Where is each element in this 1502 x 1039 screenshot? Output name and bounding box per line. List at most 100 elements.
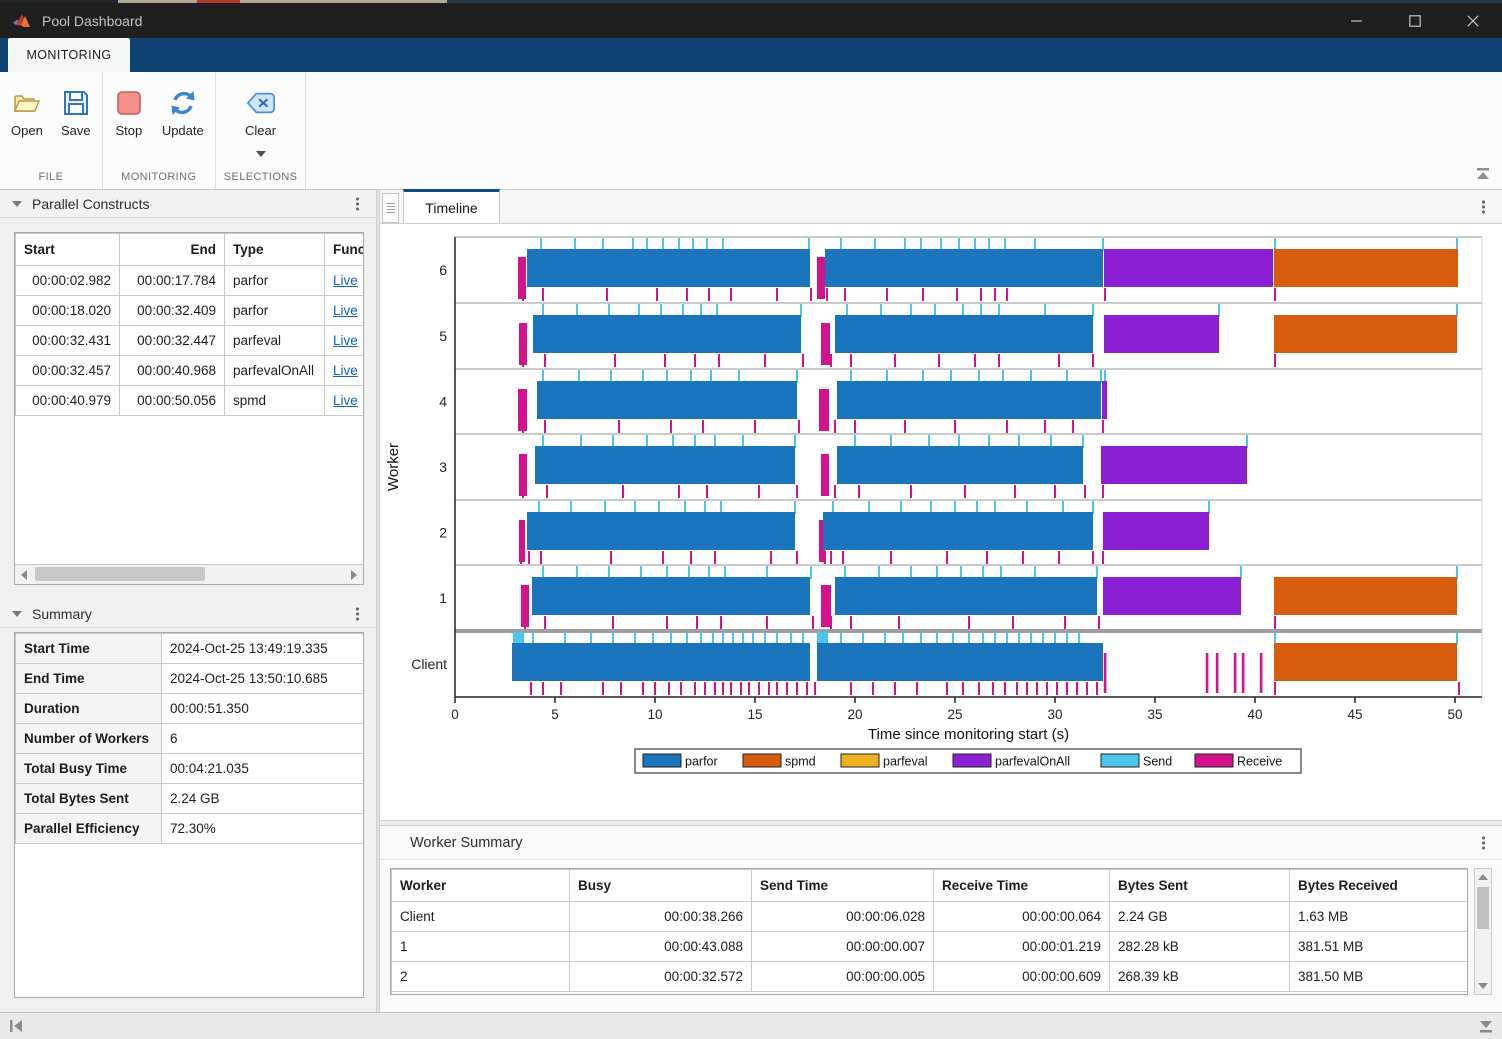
table-row-partial[interactable] (392, 992, 1468, 996)
clear-button[interactable]: Clear (236, 86, 285, 164)
scroll-left-icon[interactable] (15, 565, 33, 584)
collapse-left-panel-icon[interactable] (6, 1017, 26, 1035)
timeline-bar-parfor[interactable] (837, 381, 1101, 419)
open-button[interactable]: Open (2, 86, 52, 140)
minimize-button[interactable] (1328, 3, 1386, 38)
timeline-row-4: 4 (439, 370, 1107, 433)
options-menu-icon[interactable] (353, 604, 362, 623)
legend-swatch-parfor (643, 754, 681, 767)
document-tab-strip: Timeline (380, 190, 1502, 224)
timeline-bar-spmd[interactable] (1274, 577, 1457, 615)
open-label: Open (11, 123, 43, 138)
function-link[interactable]: Live (333, 273, 358, 288)
summary-value: 2024-Oct-25 13:49:19.335 (162, 634, 364, 664)
receive-spike (1104, 653, 1107, 693)
worker-summary-cell: 00:00:01.219 (934, 932, 1110, 962)
scroll-right-icon[interactable] (345, 565, 363, 584)
summary-title: Summary (32, 606, 92, 622)
cell-start: 00:00:32.457 (16, 356, 120, 386)
x-tick-label: 10 (647, 707, 662, 722)
summary-row: Number of Workers 6 (16, 724, 364, 754)
table-row[interactable]: Client00:00:38.26600:00:06.02800:00:00.0… (392, 902, 1468, 932)
timeline-bar-spmd[interactable] (1274, 249, 1458, 287)
scroll-down-icon[interactable] (1475, 978, 1491, 994)
timeline-bar-parfor[interactable] (837, 446, 1083, 484)
collapse-ribbon-icon[interactable] (1472, 165, 1494, 183)
options-menu-icon[interactable] (1479, 833, 1488, 852)
timeline-bar-parfor[interactable] (527, 512, 795, 550)
clear-dropdown-caret-icon[interactable] (256, 144, 266, 162)
summary-value: 00:04:21.035 (162, 754, 364, 784)
table-row[interactable]: 00:00:32.457 00:00:40.968 parfevalOnAll … (16, 356, 365, 386)
table-row[interactable]: 00:00:02.982 00:00:17.784 parfor Live (16, 266, 365, 296)
timeline-bar-parfor[interactable] (835, 577, 1097, 615)
tab-monitoring[interactable]: MONITORING (8, 38, 130, 72)
worker-summary-cell: 282.28 kB (1110, 932, 1290, 962)
row-label: 2 (439, 525, 447, 541)
worker-summary-cell: 00:00:06.028 (752, 902, 934, 932)
function-link[interactable]: Live (333, 363, 358, 378)
cell-function: Live (325, 356, 365, 386)
timeline-bar-parfor[interactable] (537, 381, 797, 419)
open-folder-icon (12, 88, 42, 118)
timeline-bar-parfor[interactable] (835, 315, 1093, 353)
legend-swatch-spmd (743, 754, 781, 767)
timeline-bar-parfevalOnAll[interactable] (1101, 446, 1247, 484)
timeline-bar-parfor[interactable] (825, 249, 1103, 287)
summary-row: Total Busy Time 00:04:21.035 (16, 754, 364, 784)
row-label: 5 (439, 328, 447, 344)
timeline-bar-parfor[interactable] (533, 315, 801, 353)
table-row[interactable]: 00:00:40.979 00:00:50.056 spmd Live (16, 386, 365, 416)
tab-timeline[interactable]: Timeline (403, 189, 500, 223)
stop-label: Stop (115, 123, 142, 138)
worker-summary-cell: 00:00:00.609 (934, 962, 1110, 992)
horizontal-scrollbar[interactable] (15, 564, 363, 584)
timeline-bar-parfevalOnAll[interactable] (1104, 315, 1219, 353)
timeline-bar-parfevalOnAll[interactable] (1103, 512, 1209, 550)
close-button[interactable] (1444, 3, 1502, 38)
collapse-bottom-panel-icon[interactable] (1476, 1017, 1496, 1035)
timeline-bar-parfor[interactable] (535, 446, 795, 484)
scrollbar-thumb[interactable] (1477, 887, 1489, 929)
worker-summary-header: Worker Summary (380, 826, 1502, 860)
function-link[interactable]: Live (333, 303, 358, 318)
summary-label: Parallel Efficiency (16, 814, 162, 844)
worker-summary-body: WorkerBusySend TimeReceive TimeBytes Sen… (380, 860, 1502, 1012)
options-menu-icon[interactable] (353, 194, 362, 213)
update-button[interactable]: Update (153, 86, 213, 140)
table-row[interactable]: 200:00:32.57200:00:00.00500:00:00.609268… (392, 962, 1468, 992)
cell-type: parfevalOnAll (225, 356, 325, 386)
timeline-bar-parfevalOnAll[interactable] (1102, 381, 1107, 419)
timeline-bar-parfor[interactable] (527, 249, 810, 287)
scroll-up-icon[interactable] (1475, 869, 1491, 885)
scrollbar-thumb[interactable] (35, 567, 205, 581)
table-row[interactable]: 00:00:18.020 00:00:32.409 parfor Live (16, 296, 365, 326)
vertical-scrollbar[interactable] (1474, 868, 1492, 995)
timeline-bar-parfor[interactable] (817, 643, 1103, 681)
timeline-bar-spmd[interactable] (1274, 643, 1457, 681)
maximize-button[interactable] (1386, 3, 1444, 38)
timeline-bar-spmd[interactable] (1274, 315, 1457, 353)
timeline-bar-parfor[interactable] (512, 643, 810, 681)
options-menu-icon[interactable] (1479, 197, 1488, 216)
row-label: Client (411, 656, 447, 672)
collapse-section-icon[interactable] (12, 201, 22, 207)
column-header: Function (325, 234, 365, 266)
table-row[interactable]: 00:00:32.431 00:00:32.447 parfeval Live (16, 326, 365, 356)
panel-grip-icon[interactable] (382, 193, 399, 223)
timeline-bar-parfevalOnAll[interactable] (1104, 249, 1273, 287)
timeline-bar-parfevalOnAll[interactable] (1103, 577, 1241, 615)
timeline-bar-parfor[interactable] (823, 512, 1093, 550)
function-link[interactable]: Live (333, 393, 358, 408)
function-link[interactable]: Live (333, 333, 358, 348)
save-button[interactable]: Save (52, 86, 100, 140)
table-row[interactable]: 100:00:43.08800:00:00.00700:00:01.219282… (392, 932, 1468, 962)
collapse-section-icon[interactable] (12, 611, 22, 617)
timeline-bar-parfor[interactable] (532, 577, 810, 615)
parallel-constructs-header: Parallel Constructs (0, 190, 376, 218)
x-tick-label: 20 (847, 707, 862, 722)
x-tick-label: 0 (451, 707, 459, 722)
legend-swatch-send (1101, 754, 1139, 767)
stop-button[interactable]: Stop (105, 86, 153, 140)
timeline-row-client: Client (411, 632, 1459, 695)
